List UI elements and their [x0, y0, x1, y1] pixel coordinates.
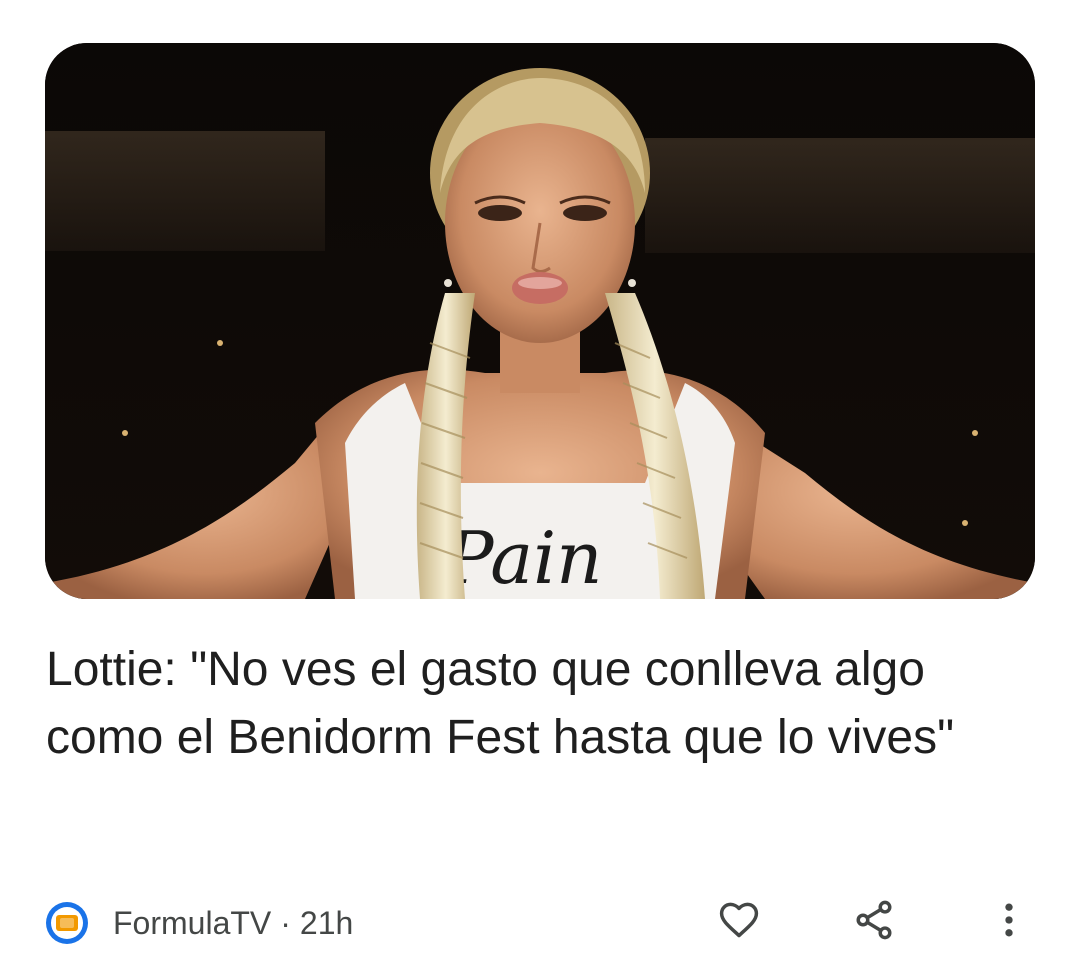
news-card[interactable]: Pain Lottie: "No ves el gasto que conlle… — [0, 0, 1080, 977]
shirt-text: Pain — [443, 516, 603, 599]
published-time: 21h — [299, 904, 354, 941]
more-vert-icon — [987, 898, 1031, 947]
share-button[interactable] — [848, 896, 900, 948]
heart-outline-icon — [717, 898, 761, 947]
source-name[interactable]: FormulaTV — [113, 905, 271, 942]
more-options-button[interactable] — [983, 896, 1035, 948]
article-headline[interactable]: Lottie: "No ves el gasto que conlleva al… — [46, 636, 1036, 772]
like-button[interactable] — [713, 896, 765, 948]
article-meta: FormulaTV · 21h — [45, 898, 353, 948]
article-photo: Pain — [45, 43, 1035, 599]
article-image[interactable]: Pain — [45, 43, 1035, 599]
meta-separator: · — [280, 904, 291, 941]
formulatv-logo-icon — [45, 901, 89, 945]
share-icon — [852, 898, 896, 947]
